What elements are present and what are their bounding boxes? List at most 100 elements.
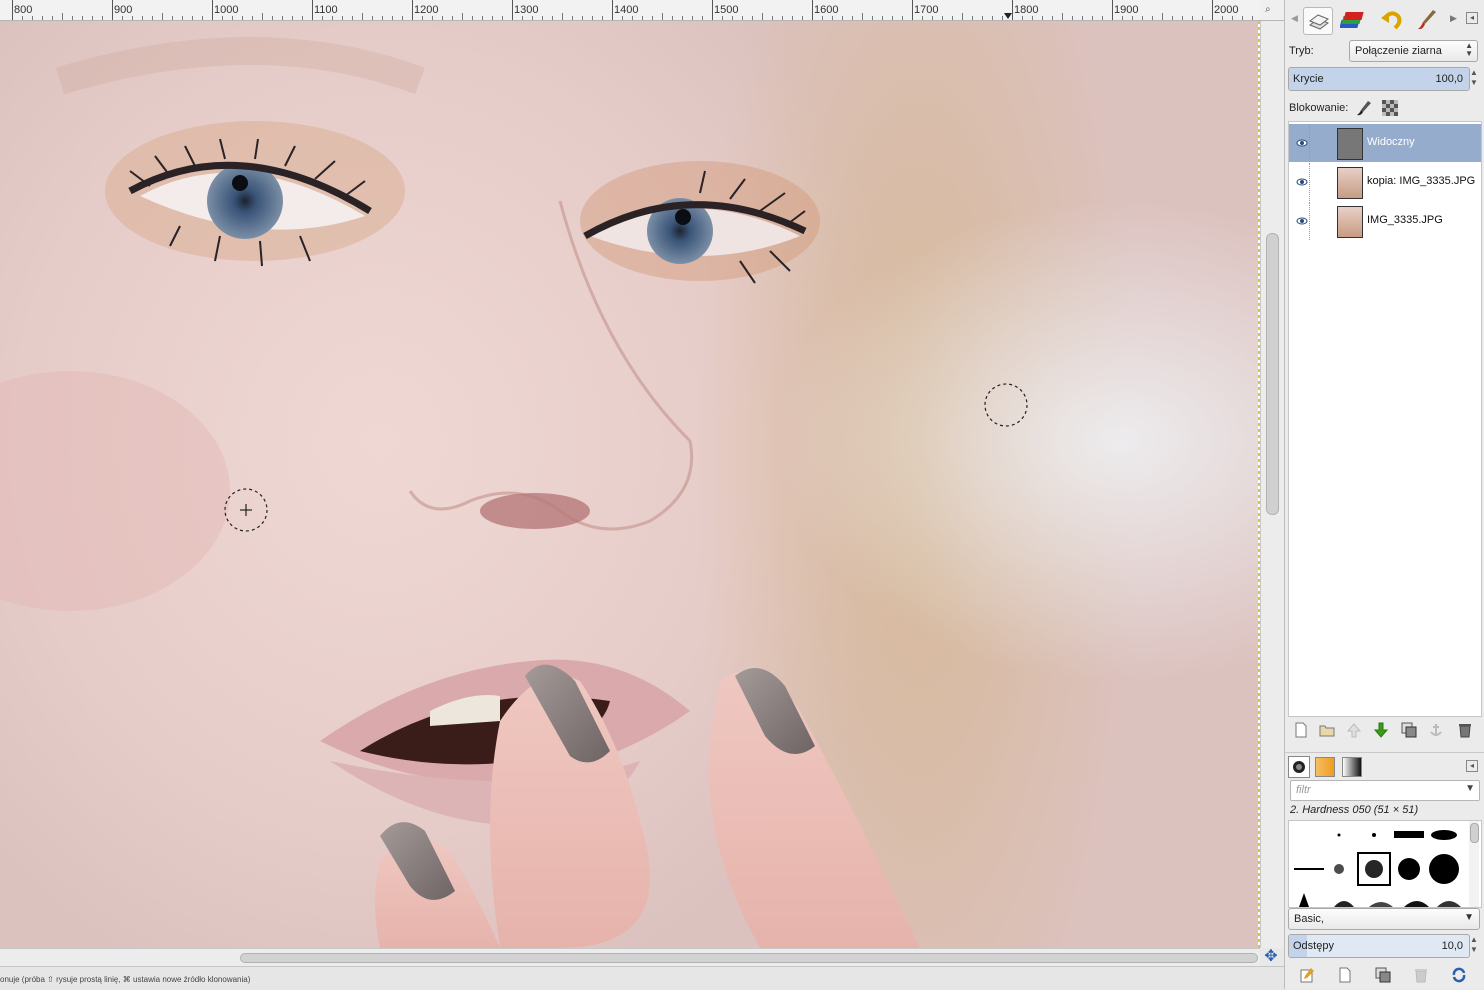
lower-layer-icon[interactable] bbox=[1373, 722, 1389, 738]
ruler-minor-tick bbox=[272, 16, 273, 20]
ruler-minor-tick bbox=[122, 16, 123, 20]
ruler-minor-tick bbox=[142, 16, 143, 20]
undo-history-tab[interactable] bbox=[1377, 7, 1405, 33]
gradients-tab[interactable] bbox=[1342, 757, 1362, 777]
scroll-tabs-left-icon[interactable]: ◀ bbox=[1291, 13, 1298, 24]
brushes-menu-icon[interactable]: ◂ bbox=[1466, 760, 1478, 772]
ruler-minor-tick bbox=[192, 16, 193, 20]
horizontal-ruler[interactable]: 800 900 1000 1100 1200 1300 1400 1500 1600 1700 18… bbox=[0, 0, 1260, 21]
ruler-minor-tick bbox=[382, 16, 383, 20]
layer-chain-toggle[interactable] bbox=[1309, 163, 1324, 201]
paint-tool-tab[interactable] bbox=[1413, 7, 1441, 33]
brush-grid[interactable] bbox=[1288, 820, 1482, 908]
vertical-scrollbar[interactable] bbox=[1260, 21, 1285, 948]
vertical-scroll-thumb[interactable] bbox=[1266, 233, 1279, 515]
ruler-minor-tick bbox=[582, 16, 583, 20]
mode-value: Połączenie ziarna bbox=[1355, 45, 1442, 57]
eye-icon[interactable] bbox=[1296, 138, 1308, 148]
brush-preset-select[interactable]: Basic, ▼ bbox=[1288, 908, 1480, 930]
ruler-minor-tick bbox=[172, 16, 173, 20]
eye-icon[interactable] bbox=[1296, 216, 1308, 226]
ruler-major-tick bbox=[512, 0, 513, 20]
new-brush-icon[interactable] bbox=[1337, 967, 1353, 983]
horizontal-scrollbar[interactable] bbox=[0, 948, 1260, 967]
filter-dropdown-icon[interactable]: ▼ bbox=[1465, 783, 1475, 794]
ruler-minor-tick bbox=[1172, 16, 1173, 20]
ruler-minor-tick bbox=[1072, 16, 1073, 20]
lock-alpha-icon[interactable] bbox=[1381, 99, 1399, 117]
ruler-minor-tick bbox=[572, 16, 573, 20]
duplicate-layer-icon[interactable] bbox=[1401, 722, 1417, 738]
duplicate-brush-icon[interactable] bbox=[1375, 967, 1391, 983]
delete-brush-icon[interactable] bbox=[1413, 967, 1429, 983]
channels-tab[interactable] bbox=[1339, 7, 1368, 33]
lock-label: Blokowanie: bbox=[1289, 102, 1349, 114]
ruler-minor-tick bbox=[392, 16, 393, 20]
ruler-minor-tick bbox=[1242, 16, 1243, 20]
ruler-minor-tick bbox=[842, 16, 843, 20]
ruler-minor-tick bbox=[872, 16, 873, 20]
zoom-fit-button[interactable]: ⌕ bbox=[1260, 0, 1284, 21]
ruler-minor-tick bbox=[932, 16, 933, 20]
layer-name: Widoczny bbox=[1367, 136, 1415, 148]
ruler-minor-tick bbox=[292, 16, 293, 20]
anchor-layer-icon[interactable] bbox=[1428, 722, 1444, 738]
ruler-minor-tick bbox=[362, 13, 363, 20]
ruler-minor-tick bbox=[242, 16, 243, 20]
brush-filter-input[interactable]: filtr ▼ bbox=[1290, 780, 1480, 801]
edit-brush-icon[interactable] bbox=[1299, 967, 1315, 983]
layer-button-bar bbox=[1285, 716, 1484, 744]
new-layer-icon[interactable] bbox=[1293, 722, 1309, 738]
layers-tab[interactable] bbox=[1303, 7, 1333, 35]
layer-row[interactable]: IMG_3335.JPG bbox=[1289, 202, 1481, 240]
spacing-label: Odstępy bbox=[1293, 940, 1334, 952]
refresh-brushes-icon[interactable] bbox=[1451, 967, 1467, 983]
brush-grid-scrollbar[interactable] bbox=[1469, 821, 1479, 907]
ruler-minor-tick bbox=[152, 16, 153, 20]
opacity-spinner[interactable]: Krycie 100,0 bbox=[1288, 67, 1470, 91]
ruler-minor-tick bbox=[722, 16, 723, 20]
ruler-label: 1800 bbox=[1014, 4, 1039, 16]
delete-layer-icon[interactable] bbox=[1457, 722, 1473, 738]
ruler-minor-tick bbox=[602, 16, 603, 20]
brushes-tab[interactable] bbox=[1288, 756, 1310, 778]
ruler-minor-tick bbox=[1202, 16, 1203, 20]
patterns-tab[interactable] bbox=[1315, 757, 1335, 777]
opacity-stepper-icon[interactable]: ▲ ▼ bbox=[1470, 68, 1478, 88]
ruler-minor-tick bbox=[102, 16, 103, 20]
dock-menu-icon[interactable]: ◂ bbox=[1466, 12, 1478, 24]
ruler-minor-tick bbox=[692, 16, 693, 20]
ruler-minor-tick bbox=[1222, 16, 1223, 20]
navigate-icon[interactable]: ✥ bbox=[1262, 948, 1280, 966]
status-text: onuje (próba ⇧ rysuje prostą linię, ⌘ us… bbox=[0, 975, 251, 984]
ruler-minor-tick bbox=[62, 13, 63, 20]
spacing-spinner[interactable]: Odstępy 10,0 bbox=[1288, 934, 1470, 958]
image-canvas[interactable] bbox=[0, 21, 1258, 948]
new-layer-group-icon[interactable] bbox=[1319, 722, 1335, 738]
ruler-minor-tick bbox=[652, 16, 653, 20]
ruler-minor-tick bbox=[182, 16, 183, 20]
ruler-minor-tick bbox=[642, 16, 643, 20]
ruler-minor-tick bbox=[562, 13, 563, 20]
horizontal-scroll-thumb[interactable] bbox=[240, 953, 1258, 963]
raise-layer-icon[interactable] bbox=[1346, 722, 1362, 738]
mode-select[interactable]: Połączenie ziarna ▲ ▼ bbox=[1349, 40, 1478, 62]
ruler-minor-tick bbox=[92, 16, 93, 20]
layers-list[interactable]: Widoczny kopia: IMG_3335.JPG IMG_3335.JPG bbox=[1288, 121, 1482, 717]
ruler-minor-tick bbox=[952, 16, 953, 20]
layer-row[interactable]: kopia: IMG_3335.JPG bbox=[1289, 163, 1481, 201]
layer-chain-toggle[interactable] bbox=[1309, 202, 1324, 240]
ruler-major-tick bbox=[612, 0, 613, 20]
ruler-minor-tick bbox=[702, 16, 703, 20]
ruler-minor-tick bbox=[1192, 16, 1193, 20]
ruler-minor-tick bbox=[72, 16, 73, 20]
scroll-tabs-right-icon[interactable]: ▶ bbox=[1450, 13, 1457, 24]
ruler-minor-tick bbox=[1132, 16, 1133, 20]
spacing-stepper-icon[interactable]: ▲ ▼ bbox=[1470, 935, 1478, 955]
ruler-minor-tick bbox=[982, 16, 983, 20]
ruler-minor-tick bbox=[732, 16, 733, 20]
layer-row[interactable]: Widoczny bbox=[1289, 124, 1481, 162]
layer-chain-toggle[interactable] bbox=[1309, 124, 1324, 162]
eye-icon[interactable] bbox=[1296, 177, 1308, 187]
lock-pixels-icon[interactable] bbox=[1355, 99, 1373, 117]
